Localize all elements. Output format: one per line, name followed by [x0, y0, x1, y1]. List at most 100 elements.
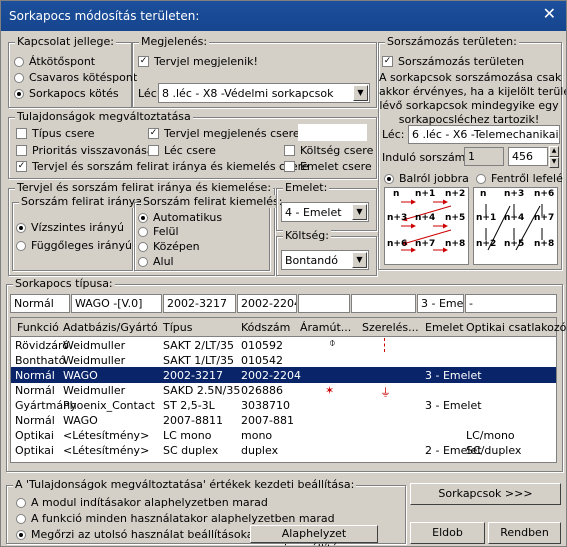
col-optikai[interactable]: Optikai csatlakozó [466, 321, 566, 334]
checkmark-icon: ✓ [382, 56, 393, 67]
table-cell: Weidmuller [63, 384, 126, 397]
col-szereles[interactable]: Szerelés... [362, 321, 419, 334]
vizszintes-radio[interactable]: Vízszintes irányú [16, 221, 124, 234]
emelet-select[interactable]: 4 - Emelet ▼ [281, 202, 369, 222]
indulo-label: Induló sorszám: [382, 151, 470, 164]
lec-csere-checkbox[interactable]: Léc csere [148, 144, 216, 157]
kezdeti-option-3[interactable]: Megőrzi az utolsó használat beállításoka… [16, 528, 258, 541]
col-aramut[interactable]: Áramút... [300, 321, 351, 334]
fentrol-lefele-radio[interactable]: Fentről lefelé [476, 172, 563, 185]
balrol-jobbra-radio[interactable]: Balról jobbra [384, 172, 469, 185]
felul-radio[interactable]: Felül [138, 225, 179, 238]
diagram-label: n+4 [415, 213, 436, 223]
checkbox-icon [148, 145, 159, 156]
spin-down-icon[interactable]: ▼ [549, 157, 559, 168]
sorszam-lec-label: Léc: [382, 128, 405, 141]
table-row[interactable]: Optikai <Létesítmény> LC mono mono LC/mono [11, 427, 556, 443]
table-cell: SAKT 2/LT/35 [163, 339, 235, 352]
sorszam-desc-2: akkor érvényes, ha a kijelölt területen [379, 85, 566, 98]
table-cell: Normál [15, 414, 55, 427]
table-cell: Weidmuller [63, 339, 126, 352]
koltseg-csere-checkbox[interactable]: Költség csere [284, 144, 373, 157]
table-cell: 010542 [241, 354, 283, 367]
chevron-down-icon[interactable]: ▼ [353, 85, 368, 101]
chevron-down-icon[interactable]: ▼ [352, 204, 367, 220]
diagram-label: n+6 [534, 189, 555, 199]
tipus-csere-checkbox[interactable]: Típus csere [16, 127, 95, 140]
kezdeti-option-1[interactable]: A modul indításakor alaphelyzetben marad [16, 496, 268, 509]
table-cell: WAGO [63, 369, 98, 382]
veg-field[interactable]: 456 [508, 147, 548, 166]
kozepen-radio[interactable]: Középen [138, 240, 200, 253]
alaphelyzet-button[interactable]: Alaphelyzet visszaállítása [250, 525, 378, 546]
spin-up-icon[interactable]: ▲ [549, 146, 559, 157]
sorszam-legend: Sorszámozás területen: [385, 35, 519, 48]
koltseg-legend: Költség: [283, 229, 331, 242]
balrol-jobbra-diagram: n n+1 n+2 n+3 n+4 n+5 n+6 n+7 n+8 [384, 187, 469, 265]
tervjel-megjelenik-checkbox[interactable]: ✓ Tervjel megjelenik! [138, 55, 258, 68]
kezdeti-option-2[interactable]: A funkció minden használatakor alaphelyz… [16, 512, 335, 525]
table-row[interactable]: Bontható Weidmuller SAKT 1/LT/35 010542 [11, 352, 556, 368]
kezdeti-legend: A 'Tulajdonságok megváltoztatása' értéke… [13, 478, 357, 491]
prioritas-checkbox[interactable]: Prioritás visszavonása [16, 144, 154, 157]
diagram-label: n+3 [504, 189, 525, 199]
checkbox-icon [16, 128, 27, 139]
emelet-csere-checkbox[interactable]: Emelet csere [284, 160, 372, 173]
sorszamozas-checkbox[interactable]: ✓ Sorszámozás területen [382, 55, 524, 68]
col-tipus[interactable]: Típus [163, 321, 192, 334]
diagram-label: n+7 [534, 213, 555, 223]
sorszam-lec-field[interactable]: 6 .léc - X6 -Telemechanikai sorl [408, 125, 560, 144]
table-row[interactable]: Rövidzáró Weidmuller SAKT 2/LT/35 010592 [11, 337, 556, 353]
table-row[interactable]: Normál WAGO 2002-3217 2002-2204 3 - Emelet [11, 367, 556, 383]
emelet-select-value: 4 - Emelet [285, 206, 342, 219]
table-cell: <Létesítmény> [63, 444, 150, 457]
table-cell: 3 - Emelet [425, 399, 482, 412]
summary-aramut [298, 294, 350, 313]
table-cell: ST 2,5-3L [163, 399, 215, 412]
col-kodszam[interactable]: Kódszám [241, 321, 290, 334]
eldob-button[interactable]: Eldob [410, 522, 485, 544]
radio-icon [138, 241, 148, 252]
col-emelet[interactable]: Emelet [425, 321, 464, 334]
koltseg-select[interactable]: Bontandó ▼ [281, 250, 369, 270]
aramut-symbol-icon: ⌽ [329, 336, 336, 349]
sorkapcsok-button[interactable]: Sorkapcsok >>> [410, 483, 561, 505]
automatikus-radio[interactable]: Automatikus [138, 211, 222, 224]
radio-icon [16, 513, 26, 524]
diagram-label: n+7 [415, 239, 436, 249]
lec-select-value: 8 .léc - X8 -Védelmi sorkapcsok [162, 87, 334, 100]
irany-legend: Tervjel és sorszám felirat iránya és kie… [15, 181, 274, 194]
fuggoleges-radio[interactable]: Függőleges irányú [16, 239, 132, 252]
diagram-label: n [480, 189, 487, 199]
kapcsolat-option-1[interactable]: Átkötőspont [14, 55, 95, 68]
col-funkcio[interactable]: Funkció [17, 321, 59, 334]
chevron-down-icon[interactable]: ▼ [352, 252, 367, 268]
table-row[interactable]: Normál WAGO 2007-8811 2007-881 [11, 412, 556, 428]
table-cell: 2002-3217 [163, 369, 223, 382]
diagram-label: n+6 [387, 239, 408, 249]
table-cell: SAKT 1/LT/35 [163, 354, 235, 367]
alul-radio[interactable]: Alul [138, 255, 174, 268]
checkbox-icon [284, 161, 295, 172]
diagram-label: n+5 [504, 239, 525, 249]
diagram-label: n+1 [476, 213, 497, 223]
diagram-label: n+2 [445, 189, 466, 199]
radio-icon [16, 497, 26, 508]
radio-icon [138, 226, 148, 237]
col-gyarto[interactable]: Adatbázis/Gyártó [63, 321, 158, 334]
tulajdonsag-legend: Tulajdonságok megváltoztatása [15, 110, 193, 123]
indulo-field[interactable]: 1 [464, 147, 504, 166]
table-header: Funkció Adatbázis/Gyártó Típus Kódszám Á… [11, 318, 566, 337]
lec-select[interactable]: 8 .léc - X8 -Védelmi sorkapcsok ▼ [158, 83, 370, 103]
szereles-symbol-icon [384, 338, 386, 352]
tervjel-megjelenes-csere-checkbox[interactable]: ✓ Tervjel megjelenés csere [148, 127, 300, 140]
rendben-button[interactable]: Rendben [488, 522, 561, 544]
table-row[interactable]: Optikai <Létesítmény> SC duplex duplex 2 - E… [11, 442, 556, 458]
kapcsolat-option-3[interactable]: Sorkapocs kötés [14, 87, 119, 100]
table-row[interactable]: Gyártmány Phoenix_Contact ST 2,5-3L 3038710… [11, 397, 556, 413]
table-row[interactable]: Normál Weidmuller SAKD 2.5N/35 026886 [11, 382, 556, 398]
kapcsolat-option-2[interactable]: Csavaros kötéspont [14, 71, 137, 84]
irany-kiemeles-csere-checkbox[interactable]: ✓ Tervjel és sorszám felirat iránya és ki… [16, 160, 309, 173]
radio-icon [16, 240, 26, 251]
close-icon[interactable]: ✕ [543, 6, 556, 22]
